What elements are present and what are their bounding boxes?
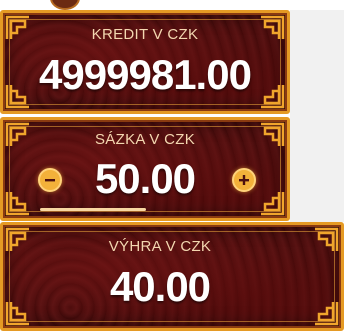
minus-icon xyxy=(44,174,56,186)
stake-label: SÁZKA V CZK xyxy=(95,131,195,148)
plus-icon xyxy=(238,174,250,186)
stake-decrease-button[interactable] xyxy=(38,168,62,192)
win-panel: VÝHRA V CZK 40.00 xyxy=(0,222,344,331)
credit-label: KREDIT V CZK xyxy=(91,26,199,43)
credit-panel: KREDIT V CZK 4999981.00 xyxy=(0,10,290,114)
game-info-panels: KREDIT V CZK 4999981.00 SÁZKA V CZK 50.0… xyxy=(0,0,344,331)
win-label: VÝHRA V CZK xyxy=(108,238,212,255)
stake-increase-button[interactable] xyxy=(232,168,256,192)
credit-value: 4999981.00 xyxy=(39,51,252,98)
stake-slider-track[interactable] xyxy=(40,208,146,211)
backdrop xyxy=(290,118,344,222)
top-ornament xyxy=(50,0,80,10)
win-value: 40.00 xyxy=(109,263,211,310)
